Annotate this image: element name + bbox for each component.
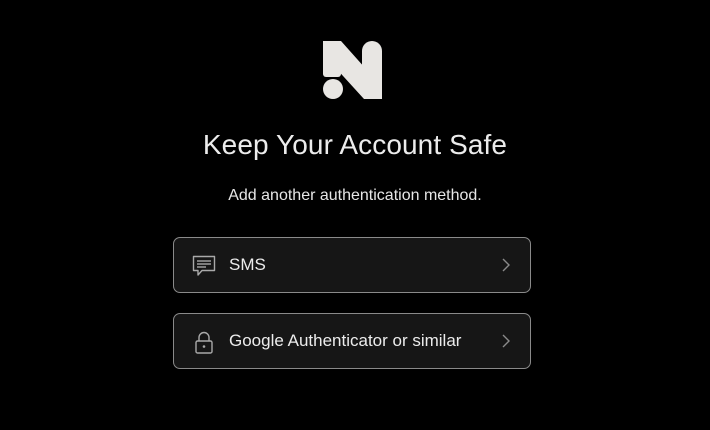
brand-logo-icon xyxy=(322,40,384,100)
authenticator-option-button[interactable]: Google Authenticator or similar xyxy=(173,313,531,369)
lock-icon xyxy=(192,330,216,354)
sms-option-button[interactable]: SMS xyxy=(173,237,531,293)
page-title: Keep Your Account Safe xyxy=(202,129,508,160)
chevron-right-icon xyxy=(500,257,512,273)
chevron-right-icon xyxy=(500,333,512,349)
message-icon xyxy=(192,254,216,278)
authenticator-option-label: Google Authenticator or similar xyxy=(229,331,462,350)
sms-option-label: SMS xyxy=(229,255,266,274)
page-subtitle: Add another authentication method. xyxy=(228,187,482,204)
